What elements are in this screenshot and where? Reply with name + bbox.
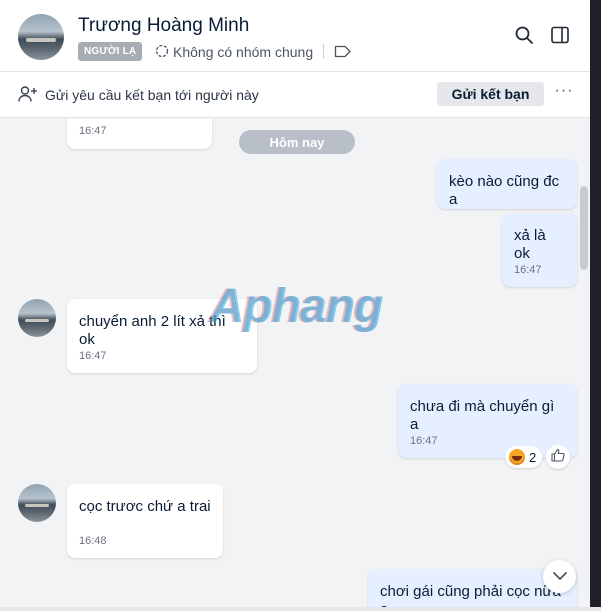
- search-button[interactable]: [512, 25, 536, 49]
- toggle-sidebar-button[interactable]: [548, 25, 572, 49]
- message-text: chuyển anh 2 lít xả thì ok: [79, 313, 226, 348]
- scroll-to-bottom-button[interactable]: [543, 560, 576, 593]
- message-text: kèo nào cũng đc a: [449, 173, 560, 208]
- composer-edge: [0, 607, 601, 611]
- reaction-count: 2: [529, 449, 537, 465]
- sender-avatar[interactable]: [18, 484, 56, 522]
- divider: [323, 44, 324, 59]
- message-bubble-incoming[interactable]: cọc trươc chứ a trai 16:48: [67, 484, 223, 558]
- chat-header: Trương Hoàng Minh NGƯỜI LẠ Không có nhóm…: [0, 0, 601, 72]
- group-icon: [155, 44, 169, 61]
- message-text: xả là ok: [514, 227, 546, 262]
- message-time: 16:47: [410, 435, 438, 447]
- window-edge: [590, 0, 601, 611]
- chevron-down-icon: [552, 568, 568, 586]
- stranger-badge: NGƯỜI LẠ: [78, 42, 143, 61]
- laugh-emoji-icon: [509, 449, 525, 465]
- message-text: chưa đi mà chuyển gì a: [410, 398, 555, 433]
- message-reactions[interactable]: 2: [505, 445, 571, 469]
- add-user-icon: [18, 85, 38, 108]
- sidebar-layout-icon: [550, 25, 570, 50]
- message-bubble-outgoing[interactable]: kèo nào cũng đc a: [437, 159, 577, 209]
- message-time: 16:47: [79, 125, 107, 137]
- message-bubble-incoming[interactable]: chuyển anh 2 lít xả thì ok 16:47: [67, 299, 257, 373]
- sender-avatar[interactable]: [18, 299, 56, 337]
- date-separator: Hôm nay: [239, 130, 355, 154]
- send-friend-request-button[interactable]: Gửi kết bạn: [437, 82, 544, 106]
- no-common-group[interactable]: Không có nhóm chung: [155, 43, 313, 61]
- more-options-button[interactable]: ···: [553, 83, 575, 104]
- message-time: 16:47: [79, 350, 107, 362]
- no-common-group-label: Không có nhóm chung: [173, 44, 314, 60]
- message-text: cọc trươc chứ a trai: [79, 498, 211, 515]
- message-bubble-incoming[interactable]: 16:47: [67, 119, 212, 149]
- friend-request-text: Gửi yêu cầu kết bạn tới người này: [45, 87, 259, 103]
- message-time: 16:48: [79, 535, 107, 547]
- chat-area[interactable]: 16:47 Hôm nay kèo nào cũng đc a xả là ok…: [0, 119, 601, 611]
- reaction-summary[interactable]: 2: [505, 446, 543, 468]
- react-button[interactable]: [546, 445, 571, 469]
- message-time: 16:47: [514, 264, 542, 276]
- thumbs-up-icon: [551, 448, 565, 467]
- contact-name[interactable]: Trương Hoàng Minh: [78, 15, 249, 37]
- message-bubble-outgoing[interactable]: xả là ok 16:47: [502, 213, 577, 287]
- contact-avatar[interactable]: [18, 14, 64, 60]
- search-icon: [514, 25, 534, 50]
- chat-scrollbar[interactable]: [580, 186, 588, 270]
- tag-icon[interactable]: [334, 45, 352, 63]
